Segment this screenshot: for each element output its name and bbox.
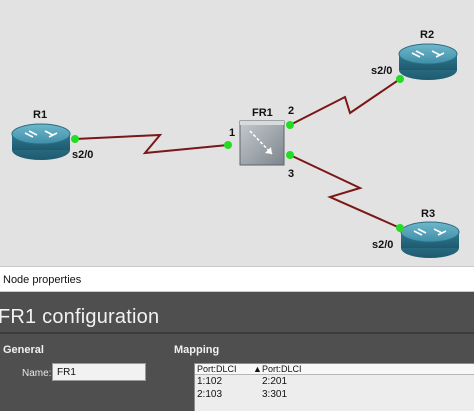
table-cell: 3:301 bbox=[262, 389, 288, 400]
table-cell: 2:201 bbox=[262, 376, 288, 387]
mapping-section-heading: Mapping bbox=[174, 344, 220, 356]
node-properties-header[interactable]: Node properties bbox=[0, 266, 474, 292]
node-label-r3: R3 bbox=[421, 208, 435, 220]
node-properties-panel: FR1 configuration General Name: Mapping … bbox=[0, 292, 474, 411]
router-r2[interactable] bbox=[398, 43, 458, 80]
port-dot-r3-s20[interactable] bbox=[396, 224, 404, 232]
port-label-fr1-3: 3 bbox=[288, 168, 294, 180]
sort-ascending-icon: ▲ bbox=[253, 364, 262, 374]
title-divider bbox=[0, 332, 474, 334]
topology-svg: R1 R2 R3 FR1 s2/0 1 2 3 s2/0 s2/0 bbox=[11, 29, 460, 258]
node-label-r2: R2 bbox=[420, 29, 434, 41]
link-fr1-r3[interactable] bbox=[289, 154, 401, 229]
configuration-title: FR1 configuration bbox=[0, 306, 160, 328]
table-cell: 2:103 bbox=[197, 389, 223, 400]
column-header-source[interactable]: Port:DLCI bbox=[197, 364, 237, 374]
port-label-r1: s2/0 bbox=[72, 149, 93, 161]
table-row[interactable]: 1:102 2:201 bbox=[195, 376, 474, 388]
router-r3[interactable] bbox=[400, 221, 460, 258]
link-r1-fr1[interactable] bbox=[74, 133, 229, 155]
port-dot-r1-s20[interactable] bbox=[71, 135, 79, 143]
mapping-table-header[interactable]: Port:DLCI ▲ Port:DLCI bbox=[195, 364, 474, 375]
table-cell: 1:102 bbox=[197, 376, 223, 387]
name-label: Name: bbox=[22, 368, 52, 379]
general-section-heading: General bbox=[3, 344, 44, 356]
link-fr1-r2[interactable] bbox=[289, 78, 401, 126]
port-label-r3: s2/0 bbox=[372, 239, 393, 251]
frame-relay-switch-fr1[interactable] bbox=[239, 120, 285, 166]
mapping-table[interactable]: Port:DLCI ▲ Port:DLCI 1:102 2:201 2:103 … bbox=[194, 363, 474, 411]
port-label-fr1-2: 2 bbox=[288, 105, 294, 117]
port-dot-fr1-3[interactable] bbox=[286, 151, 294, 159]
port-dot-fr1-2[interactable] bbox=[286, 121, 294, 129]
port-label-fr1-1: 1 bbox=[229, 127, 235, 139]
column-header-destination[interactable]: Port:DLCI bbox=[262, 364, 302, 374]
table-row[interactable]: 2:103 3:301 bbox=[195, 389, 474, 401]
topology-canvas[interactable]: R1 R2 R3 FR1 s2/0 1 2 3 s2/0 s2/0 bbox=[0, 0, 474, 266]
node-properties-title: Node properties bbox=[3, 274, 82, 286]
router-r1[interactable] bbox=[11, 123, 71, 160]
name-input[interactable] bbox=[52, 363, 146, 381]
port-label-r2: s2/0 bbox=[371, 65, 392, 77]
port-dot-fr1-1[interactable] bbox=[224, 141, 232, 149]
port-dot-r2-s20[interactable] bbox=[396, 75, 404, 83]
node-label-fr1: FR1 bbox=[252, 107, 273, 119]
node-label-r1: R1 bbox=[33, 109, 47, 121]
